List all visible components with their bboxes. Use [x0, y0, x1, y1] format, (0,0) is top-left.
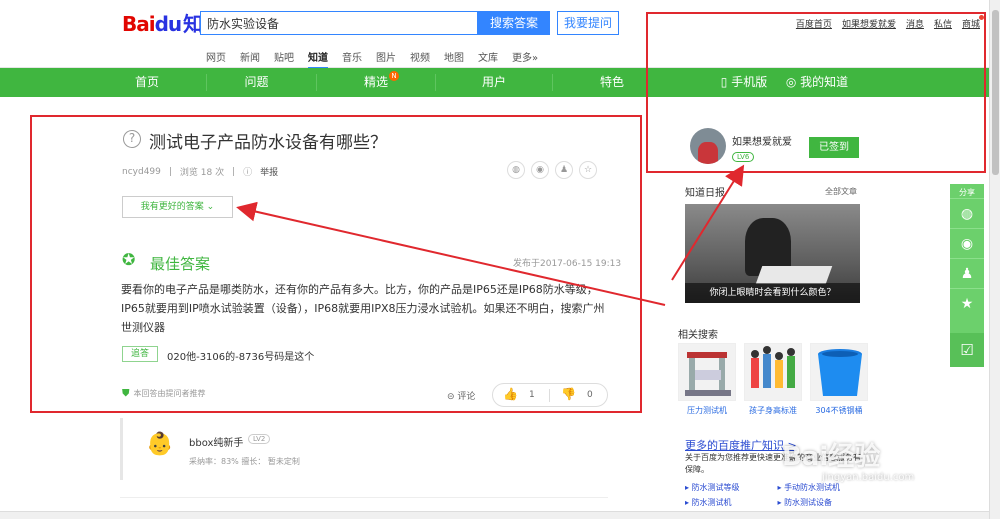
- promo-link-label: 防水测试设备: [784, 498, 833, 507]
- subnav-map[interactable]: 地图: [444, 49, 464, 69]
- promo-link[interactable]: ▸ 手动防水测试机: [778, 482, 871, 493]
- daily-article-caption: 你闭上眼睛时会看到什么颜色？: [685, 283, 860, 303]
- related-label: 304不锈钢桶: [815, 406, 863, 415]
- star-icon[interactable]: ★: [950, 288, 984, 318]
- answerer-name[interactable]: bbox纯新手: [189, 434, 243, 449]
- related-label: 孩子身高标准: [749, 406, 797, 415]
- answerer-level: LV2: [248, 434, 271, 444]
- watermark-logo: Bai经验: [782, 442, 881, 472]
- subnav-tieba[interactable]: 贴吧: [274, 49, 294, 69]
- nav-home[interactable]: 首页: [88, 68, 206, 97]
- promo-link-label: 手动防水测试机: [784, 483, 841, 492]
- related-image-bucket: [810, 343, 868, 401]
- annotation-box-user: [646, 12, 986, 173]
- related-item[interactable]: 孩子身高标准: [744, 343, 802, 416]
- related-label: 压力测试机: [687, 406, 727, 415]
- subnav-video[interactable]: 视频: [410, 49, 430, 69]
- daily-title: 知道日报: [685, 188, 725, 199]
- status-bar: [0, 511, 989, 519]
- promo-link[interactable]: ▸ 防水测试设备: [778, 497, 871, 508]
- answerer-avatar[interactable]: 👶: [145, 432, 175, 464]
- daily-article-image[interactable]: 你闭上眼睛时会看到什么颜色？: [685, 204, 860, 303]
- watermark-url: jingyan.baidu.com: [822, 472, 915, 483]
- logo-bai: Bai: [122, 12, 156, 36]
- promo-link[interactable]: ▸ 防水测试等级: [685, 482, 778, 493]
- promo-title-link[interactable]: 更多的百度推广知识 >: [685, 437, 797, 453]
- divider: [120, 497, 608, 498]
- related-item[interactable]: 压力测试机: [678, 343, 736, 416]
- subnav-music[interactable]: 音乐: [342, 49, 362, 69]
- scrollbar[interactable]: [989, 0, 1000, 519]
- promo-link[interactable]: ▸ 防水测试机: [685, 497, 778, 508]
- subnav-images[interactable]: 图片: [376, 49, 396, 69]
- daily-image-book: [755, 266, 833, 284]
- promo-link-label: 防水测试机: [691, 498, 732, 507]
- logo-du: du: [154, 12, 183, 36]
- answerer-card: 👶 bbox纯新手 LV2 采纳率：83% 擅长： 暂未定制: [120, 418, 608, 480]
- related-list: 压力测试机 孩子身高标准 304不锈钢桶: [678, 343, 868, 416]
- nav-new-badge: N: [389, 71, 399, 81]
- related-image-kids: [744, 343, 802, 401]
- search-answer-button[interactable]: 搜索答案: [478, 11, 550, 35]
- related-title: 相关搜索: [678, 330, 718, 341]
- qq-icon[interactable]: ♟: [950, 258, 984, 288]
- annotation-box-question: [30, 115, 642, 413]
- subnav-news[interactable]: 新闻: [240, 49, 260, 69]
- related-item[interactable]: 304不锈钢桶: [810, 343, 868, 416]
- scrollbar-thumb[interactable]: [992, 10, 999, 175]
- ask-question-button[interactable]: 我要提问: [557, 11, 619, 35]
- checklist-icon[interactable]: ☑: [950, 333, 984, 367]
- nav-users[interactable]: 用户: [436, 68, 552, 97]
- search-input[interactable]: [200, 11, 478, 35]
- subnav-zhidao[interactable]: 知道: [308, 49, 328, 69]
- subnav-more[interactable]: 更多»: [512, 49, 538, 69]
- nav-questions[interactable]: 问题: [207, 68, 306, 97]
- daily-all-link[interactable]: 全部文章: [825, 186, 857, 197]
- promo-link-label: 防水测试等级: [691, 483, 740, 492]
- subnav-web[interactable]: 网页: [206, 49, 226, 69]
- nav-featured[interactable]: 精选: [317, 68, 435, 97]
- weibo-icon[interactable]: ◉: [950, 228, 984, 258]
- related-image-press: [678, 343, 736, 401]
- promo-links: ▸ 防水测试等级 ▸ 手动防水测试机 ▸ 防水测试机 ▸ 防水测试设备: [685, 482, 870, 508]
- subnav-wenku[interactable]: 文库: [478, 49, 498, 69]
- share-label: 分享: [959, 188, 975, 197]
- answerer-stats: 采纳率：83% 擅长： 暂未定制: [189, 457, 300, 466]
- wechat-icon[interactable]: ◍: [950, 198, 984, 228]
